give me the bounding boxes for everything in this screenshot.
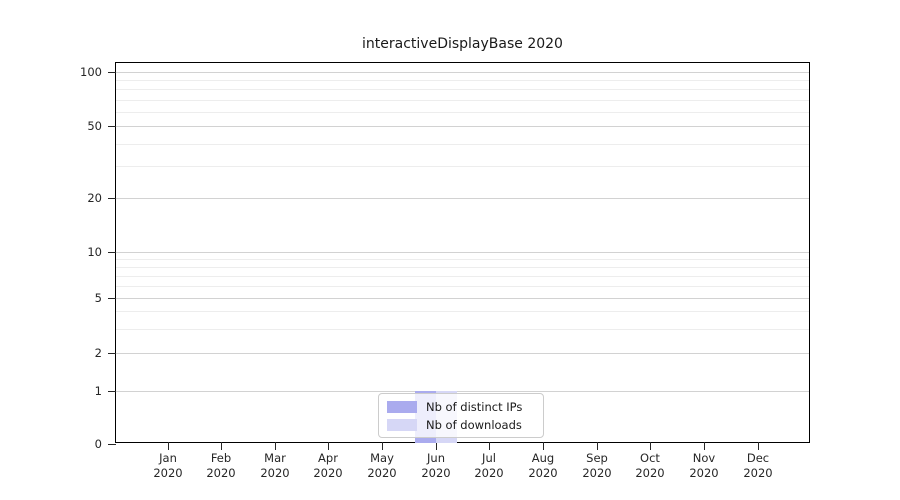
y-tick-label: 0 [94,437,102,451]
y-gridline-minor [116,286,809,287]
legend-swatch-downloads [387,418,417,431]
y-gridline-major [116,126,809,127]
x-tick-label: Jul 2020 [461,451,517,481]
y-gridline-minor [116,276,809,277]
x-axis-tick [704,442,705,450]
x-tick-label-line: Mar [264,451,286,465]
y-axis-tick [108,126,116,127]
y-gridline-minor [116,267,809,268]
x-tick-label-line: 2020 [635,466,665,480]
y-gridline-minor [116,80,809,81]
x-tick-label-line: Apr [318,451,338,465]
y-tick-label: 1 [94,384,102,398]
y-tick-label: 2 [94,346,102,360]
y-gridline-minor [116,100,809,101]
x-tick-label-line: 2020 [260,466,290,480]
chart: interactiveDisplayBase 2020 Nb of distin… [0,0,900,500]
x-tick-label-line: Sep [586,451,608,465]
x-axis-tick [436,442,437,450]
x-tick-label-line: 2020 [689,466,719,480]
x-axis-tick [275,442,276,450]
legend: Nb of distinct IPs Nb of downloads [378,393,544,438]
x-axis-tick [650,442,651,450]
x-tick-label-line: Jul [482,451,496,465]
legend-label-downloads: Nb of downloads [426,417,522,432]
x-tick-label: Jan 2020 [140,451,196,481]
x-tick-label: Jun 2020 [408,451,464,481]
x-tick-label: Mar 2020 [247,451,303,481]
y-gridline-major [116,391,809,392]
x-axis-tick [382,442,383,450]
legend-label-distinct-ips: Nb of distinct IPs [426,399,523,414]
y-axis-tick [108,252,116,253]
x-tick-label-line: 2020 [153,466,183,480]
y-gridline-minor [116,112,809,113]
y-axis-tick [108,391,116,392]
y-gridline-minor [116,311,809,312]
y-gridline-minor [116,329,809,330]
x-tick-label: May 2020 [354,451,410,481]
y-gridline-minor [116,89,809,90]
y-tick-label: 100 [80,65,102,79]
legend-swatch-distinct-ips [387,400,417,413]
y-gridline-minor [116,259,809,260]
x-tick-label-line: Dec [746,451,770,465]
legend-item-downloads: Nb of downloads [387,418,535,432]
x-axis-tick [168,442,169,450]
x-axis-tick [328,442,329,450]
x-tick-label-line: 2020 [474,466,504,480]
y-gridline-major [116,72,809,73]
x-tick-label-line: 2020 [313,466,343,480]
x-tick-label-line: 2020 [582,466,612,480]
x-tick-label-line: 2020 [367,466,397,480]
y-axis-tick [108,444,116,445]
x-tick-label-line: Feb [210,451,232,465]
x-tick-label: Sep 2020 [569,451,625,481]
x-tick-label-line: Aug [531,451,555,465]
x-axis-tick [758,442,759,450]
x-tick-label-line: 2020 [743,466,773,480]
y-tick-label: 20 [87,191,102,205]
plot-area: Nb of distinct IPs Nb of downloads 0 1 2 5 1… [80,62,810,480]
x-tick-label: Dec 2020 [730,451,786,481]
y-gridline-minor [116,144,809,145]
x-axis-tick [221,442,222,450]
y-gridline-major [116,198,809,199]
x-tick-label: Apr 2020 [300,451,356,481]
y-axis-tick [108,198,116,199]
x-tick-label-line: Jan [159,451,177,465]
x-tick-label-line: Oct [640,451,660,465]
x-axis-tick [489,442,490,450]
y-gridline-major [116,252,809,253]
x-tick-label: Oct 2020 [622,451,678,481]
x-tick-label: Aug 2020 [515,451,571,481]
x-tick-label-line: Nov [692,451,716,465]
y-axis-tick [108,298,116,299]
x-tick-label: Feb 2020 [193,451,249,481]
x-axis-tick [597,442,598,450]
y-tick-label: 10 [87,245,102,259]
y-axis-tick [108,353,116,354]
y-tick-label: 5 [94,291,102,305]
x-tick-label-line: 2020 [206,466,236,480]
x-tick-label-line: May [370,451,394,465]
y-gridline-major [116,353,809,354]
legend-item-distinct-ips: Nb of distinct IPs [387,400,535,414]
x-tick-label-line: Jun [427,451,445,465]
x-tick-label: Nov 2020 [676,451,732,481]
y-axis-tick [108,72,116,73]
y-tick-label: 50 [87,119,102,133]
y-gridline-minor [116,166,809,167]
x-tick-label-line: 2020 [528,466,558,480]
y-gridline-major [116,298,809,299]
x-axis-tick [543,442,544,450]
x-tick-label-line: 2020 [421,466,451,480]
chart-title: interactiveDisplayBase 2020 [362,36,563,52]
